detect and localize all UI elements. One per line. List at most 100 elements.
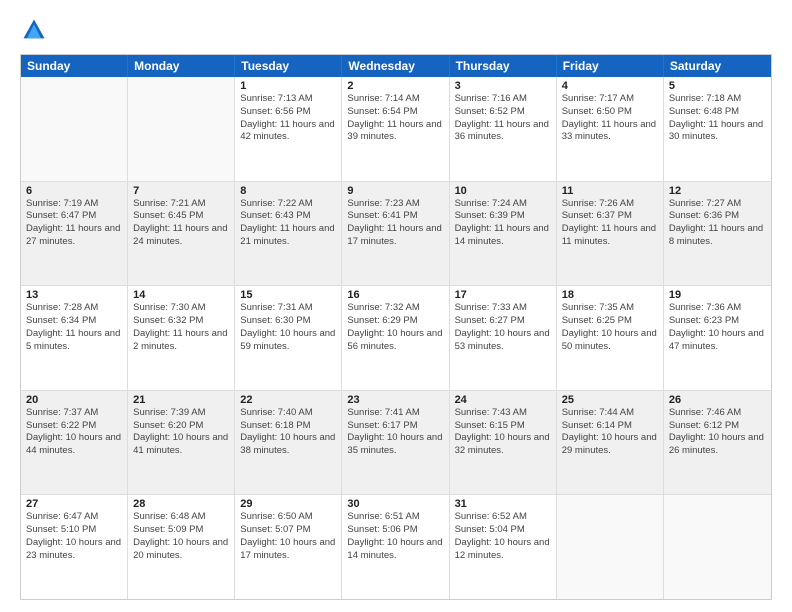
day-number: 31: [455, 498, 551, 510]
calendar-cell: 25Sunrise: 7:44 AM Sunset: 6:14 PM Dayli…: [557, 391, 664, 495]
cell-info: Sunrise: 7:26 AM Sunset: 6:37 PM Dayligh…: [562, 198, 658, 249]
day-number: 13: [26, 289, 122, 301]
calendar-cell: 20Sunrise: 7:37 AM Sunset: 6:22 PM Dayli…: [21, 391, 128, 495]
day-number: 23: [347, 394, 443, 406]
calendar-cell: 27Sunrise: 6:47 AM Sunset: 5:10 PM Dayli…: [21, 495, 128, 599]
cell-info: Sunrise: 6:52 AM Sunset: 5:04 PM Dayligh…: [455, 511, 551, 562]
day-number: 21: [133, 394, 229, 406]
cell-info: Sunrise: 7:16 AM Sunset: 6:52 PM Dayligh…: [455, 93, 551, 144]
day-number: 12: [669, 185, 766, 197]
logo: [20, 16, 54, 44]
day-number: 5: [669, 80, 766, 92]
calendar-cell: 4Sunrise: 7:17 AM Sunset: 6:50 PM Daylig…: [557, 77, 664, 181]
cell-info: Sunrise: 7:32 AM Sunset: 6:29 PM Dayligh…: [347, 302, 443, 353]
calendar-cell: 19Sunrise: 7:36 AM Sunset: 6:23 PM Dayli…: [664, 286, 771, 390]
calendar-cell: 14Sunrise: 7:30 AM Sunset: 6:32 PM Dayli…: [128, 286, 235, 390]
cell-info: Sunrise: 6:50 AM Sunset: 5:07 PM Dayligh…: [240, 511, 336, 562]
calendar-body: 1Sunrise: 7:13 AM Sunset: 6:56 PM Daylig…: [21, 77, 771, 599]
day-number: 20: [26, 394, 122, 406]
cell-info: Sunrise: 7:41 AM Sunset: 6:17 PM Dayligh…: [347, 407, 443, 458]
cell-info: Sunrise: 7:33 AM Sunset: 6:27 PM Dayligh…: [455, 302, 551, 353]
calendar-day-header: Tuesday: [235, 55, 342, 77]
day-number: 6: [26, 185, 122, 197]
day-number: 4: [562, 80, 658, 92]
day-number: 11: [562, 185, 658, 197]
cell-info: Sunrise: 7:13 AM Sunset: 6:56 PM Dayligh…: [240, 93, 336, 144]
cell-info: Sunrise: 7:24 AM Sunset: 6:39 PM Dayligh…: [455, 198, 551, 249]
cell-info: Sunrise: 7:23 AM Sunset: 6:41 PM Dayligh…: [347, 198, 443, 249]
calendar-cell: 1Sunrise: 7:13 AM Sunset: 6:56 PM Daylig…: [235, 77, 342, 181]
calendar-cell: 5Sunrise: 7:18 AM Sunset: 6:48 PM Daylig…: [664, 77, 771, 181]
day-number: 22: [240, 394, 336, 406]
header: [20, 16, 772, 44]
calendar-cell: 30Sunrise: 6:51 AM Sunset: 5:06 PM Dayli…: [342, 495, 449, 599]
day-number: 8: [240, 185, 336, 197]
calendar-cell: 6Sunrise: 7:19 AM Sunset: 6:47 PM Daylig…: [21, 182, 128, 286]
cell-info: Sunrise: 6:48 AM Sunset: 5:09 PM Dayligh…: [133, 511, 229, 562]
cell-info: Sunrise: 7:44 AM Sunset: 6:14 PM Dayligh…: [562, 407, 658, 458]
calendar-cell: 23Sunrise: 7:41 AM Sunset: 6:17 PM Dayli…: [342, 391, 449, 495]
calendar-cell: [128, 77, 235, 181]
day-number: 10: [455, 185, 551, 197]
calendar-cell: 26Sunrise: 7:46 AM Sunset: 6:12 PM Dayli…: [664, 391, 771, 495]
calendar-day-header: Saturday: [664, 55, 771, 77]
cell-info: Sunrise: 7:19 AM Sunset: 6:47 PM Dayligh…: [26, 198, 122, 249]
cell-info: Sunrise: 7:37 AM Sunset: 6:22 PM Dayligh…: [26, 407, 122, 458]
calendar-row: 27Sunrise: 6:47 AM Sunset: 5:10 PM Dayli…: [21, 494, 771, 599]
calendar-cell: 28Sunrise: 6:48 AM Sunset: 5:09 PM Dayli…: [128, 495, 235, 599]
calendar-cell: 24Sunrise: 7:43 AM Sunset: 6:15 PM Dayli…: [450, 391, 557, 495]
cell-info: Sunrise: 7:43 AM Sunset: 6:15 PM Dayligh…: [455, 407, 551, 458]
calendar-cell: [557, 495, 664, 599]
calendar-row: 20Sunrise: 7:37 AM Sunset: 6:22 PM Dayli…: [21, 390, 771, 495]
day-number: 19: [669, 289, 766, 301]
calendar-cell: 9Sunrise: 7:23 AM Sunset: 6:41 PM Daylig…: [342, 182, 449, 286]
day-number: 27: [26, 498, 122, 510]
calendar-day-header: Wednesday: [342, 55, 449, 77]
cell-info: Sunrise: 6:51 AM Sunset: 5:06 PM Dayligh…: [347, 511, 443, 562]
day-number: 7: [133, 185, 229, 197]
cell-info: Sunrise: 7:27 AM Sunset: 6:36 PM Dayligh…: [669, 198, 766, 249]
logo-icon: [20, 16, 48, 44]
calendar: SundayMondayTuesdayWednesdayThursdayFrid…: [20, 54, 772, 600]
cell-info: Sunrise: 7:36 AM Sunset: 6:23 PM Dayligh…: [669, 302, 766, 353]
calendar-cell: [664, 495, 771, 599]
cell-info: Sunrise: 6:47 AM Sunset: 5:10 PM Dayligh…: [26, 511, 122, 562]
cell-info: Sunrise: 7:39 AM Sunset: 6:20 PM Dayligh…: [133, 407, 229, 458]
calendar-cell: 21Sunrise: 7:39 AM Sunset: 6:20 PM Dayli…: [128, 391, 235, 495]
day-number: 1: [240, 80, 336, 92]
day-number: 14: [133, 289, 229, 301]
calendar-cell: [21, 77, 128, 181]
calendar-row: 13Sunrise: 7:28 AM Sunset: 6:34 PM Dayli…: [21, 285, 771, 390]
day-number: 28: [133, 498, 229, 510]
day-number: 30: [347, 498, 443, 510]
calendar-cell: 15Sunrise: 7:31 AM Sunset: 6:30 PM Dayli…: [235, 286, 342, 390]
calendar-cell: 22Sunrise: 7:40 AM Sunset: 6:18 PM Dayli…: [235, 391, 342, 495]
cell-info: Sunrise: 7:31 AM Sunset: 6:30 PM Dayligh…: [240, 302, 336, 353]
calendar-cell: 29Sunrise: 6:50 AM Sunset: 5:07 PM Dayli…: [235, 495, 342, 599]
day-number: 15: [240, 289, 336, 301]
day-number: 26: [669, 394, 766, 406]
calendar-row: 1Sunrise: 7:13 AM Sunset: 6:56 PM Daylig…: [21, 77, 771, 181]
calendar-cell: 17Sunrise: 7:33 AM Sunset: 6:27 PM Dayli…: [450, 286, 557, 390]
cell-info: Sunrise: 7:14 AM Sunset: 6:54 PM Dayligh…: [347, 93, 443, 144]
day-number: 16: [347, 289, 443, 301]
day-number: 24: [455, 394, 551, 406]
calendar-cell: 10Sunrise: 7:24 AM Sunset: 6:39 PM Dayli…: [450, 182, 557, 286]
cell-info: Sunrise: 7:18 AM Sunset: 6:48 PM Dayligh…: [669, 93, 766, 144]
page: SundayMondayTuesdayWednesdayThursdayFrid…: [0, 0, 792, 612]
day-number: 17: [455, 289, 551, 301]
cell-info: Sunrise: 7:30 AM Sunset: 6:32 PM Dayligh…: [133, 302, 229, 353]
day-number: 2: [347, 80, 443, 92]
calendar-cell: 16Sunrise: 7:32 AM Sunset: 6:29 PM Dayli…: [342, 286, 449, 390]
calendar-day-header: Sunday: [21, 55, 128, 77]
calendar-cell: 12Sunrise: 7:27 AM Sunset: 6:36 PM Dayli…: [664, 182, 771, 286]
day-number: 3: [455, 80, 551, 92]
cell-info: Sunrise: 7:17 AM Sunset: 6:50 PM Dayligh…: [562, 93, 658, 144]
cell-info: Sunrise: 7:35 AM Sunset: 6:25 PM Dayligh…: [562, 302, 658, 353]
calendar-cell: 31Sunrise: 6:52 AM Sunset: 5:04 PM Dayli…: [450, 495, 557, 599]
day-number: 9: [347, 185, 443, 197]
cell-info: Sunrise: 7:21 AM Sunset: 6:45 PM Dayligh…: [133, 198, 229, 249]
cell-info: Sunrise: 7:40 AM Sunset: 6:18 PM Dayligh…: [240, 407, 336, 458]
calendar-header: SundayMondayTuesdayWednesdayThursdayFrid…: [21, 55, 771, 77]
calendar-cell: 18Sunrise: 7:35 AM Sunset: 6:25 PM Dayli…: [557, 286, 664, 390]
